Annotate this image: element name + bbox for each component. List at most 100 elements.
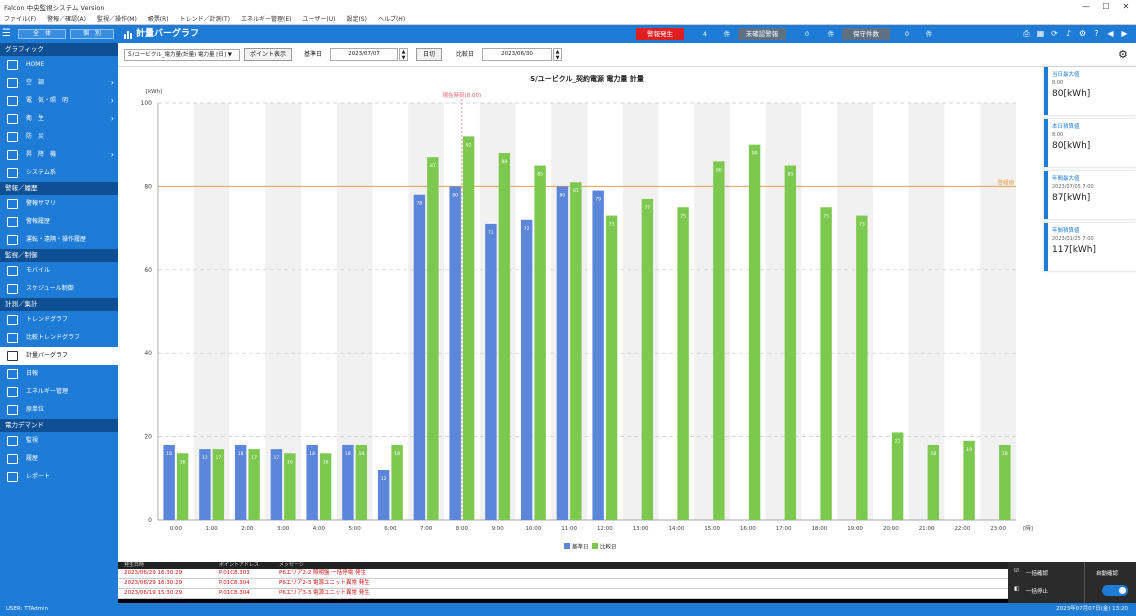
bar-value-label: 21 xyxy=(895,438,901,444)
message-text: P6エリア3-3 電源ユニット異常 発生 xyxy=(279,590,370,596)
tab-all[interactable]: 全 体 xyxy=(18,29,66,39)
status-datetime: 2023年07月07日(金) 13:20 xyxy=(1056,606,1128,612)
settings-gear-icon[interactable]: ⚙ xyxy=(1118,48,1128,61)
help-icon[interactable]: ? xyxy=(1091,28,1102,40)
point-display-button[interactable]: ポイント表示 xyxy=(244,48,292,61)
sidebar-section-header: 電力デマンド xyxy=(0,419,118,432)
trend-icon xyxy=(7,315,18,325)
menu-user[interactable]: ユーザー(U) xyxy=(303,14,336,23)
sidebar-item[interactable]: HOME xyxy=(0,56,118,74)
bar-compare xyxy=(462,136,475,521)
tab-individual[interactable]: 個 別 xyxy=(70,29,114,39)
sidebar-item[interactable]: 履歴 xyxy=(0,450,118,468)
base-date-field[interactable]: 2023/07/07 xyxy=(330,48,398,61)
menu-trend[interactable]: トレンド／計測(T) xyxy=(180,14,230,23)
menu-report[interactable]: 帳票(R) xyxy=(148,14,169,23)
x-tick-label: 23:00 xyxy=(990,526,1006,532)
window-title: Falcon 中央監視システム Version xyxy=(4,3,105,12)
bar-compare xyxy=(856,215,868,520)
menu-file[interactable]: ファイル(F) xyxy=(4,14,36,23)
alarm-active-count: 4 xyxy=(702,30,708,38)
maintenance-button[interactable]: 保守件数 xyxy=(842,28,890,40)
refresh-icon[interactable]: ⟳ xyxy=(1049,28,1060,40)
sidebar-item[interactable]: レポート xyxy=(0,468,118,486)
sidebar-item[interactable]: スケジュール制御 xyxy=(0,280,118,298)
message-row[interactable]: 2023/06/29 16:30:29 P.01C8.303 P6エリア2-2 … xyxy=(118,569,1008,579)
sidebar-item[interactable]: 昇 降 機 › xyxy=(0,146,118,164)
message-row[interactable]: 2023/06/19 15:30:29 P.01C8.304 P6エリア3-3 … xyxy=(118,589,1008,599)
maximize-button[interactable]: ☐ xyxy=(1096,0,1116,13)
minimize-button[interactable]: — xyxy=(1076,0,1096,13)
title-bar: Falcon 中央監視システム Version — ☐ ✕ xyxy=(0,0,1136,13)
sidebar-item[interactable]: 運転・遠隔・操作履歴 xyxy=(0,231,118,249)
message-row[interactable]: 2023/06/29 16:30:29 P.01C8.304 P6エリア2-3 … xyxy=(118,579,1008,589)
point-select[interactable]: Ｓ/ユービクル_電力量(計量) 電力量 [日] ▼ xyxy=(124,49,240,61)
sidebar-item-label: 衛 生 xyxy=(26,115,45,122)
layout-icon[interactable]: ▦ xyxy=(1035,28,1046,40)
speaker-icon[interactable]: ♪ xyxy=(1063,28,1074,40)
alarm-active-button[interactable]: 警報発生 xyxy=(636,28,684,40)
summary-card: 年間最大値 2023/07/05 7:00 87[kWh] xyxy=(1044,171,1136,219)
lightning-icon xyxy=(7,96,18,106)
auto-confirm-toggle[interactable] xyxy=(1102,585,1128,596)
back-icon[interactable]: ◀ xyxy=(1105,28,1116,40)
base-date-stepper[interactable]: ▲ ▼ xyxy=(399,48,408,61)
sidebar-item[interactable]: 警報サマリ xyxy=(0,195,118,213)
bar-compare xyxy=(570,182,582,520)
bar-value-label: 18 xyxy=(309,451,315,457)
sidebar-item[interactable]: 計量バーグラフ xyxy=(0,347,118,365)
hamburger-icon[interactable]: ☰ xyxy=(2,28,14,40)
compare-date-field[interactable]: 2023/06/30 xyxy=(482,48,552,61)
summary-panel: 当日最大値 8:00 80[kWh] 本日積算値 8:00 80[kWh] 年間最大値 202… xyxy=(1044,67,1136,277)
menu-help[interactable]: ヘルプ(H) xyxy=(378,14,405,23)
lamp-icon xyxy=(7,150,18,160)
menu-settings[interactable]: 設定(S) xyxy=(346,14,367,23)
card-title: 年間積算値 xyxy=(1052,228,1080,234)
menu-monitor[interactable]: 監視／操作(M) xyxy=(97,14,137,23)
sidebar-item-label: トレンドグラフ xyxy=(26,316,69,323)
sidebar-item-label: 日報 xyxy=(26,370,39,377)
card-sub: 8:00 xyxy=(1052,80,1064,86)
forward-icon[interactable]: ▶ xyxy=(1119,28,1130,40)
x-tick-label: 17:00 xyxy=(776,526,792,532)
card-sub: 2023/01/25 7:00 xyxy=(1052,236,1094,242)
x-tick-label: 12:00 xyxy=(597,526,613,532)
menu-alarm[interactable]: 警報／確認(A) xyxy=(47,14,86,23)
sidebar-item[interactable]: 日報 xyxy=(0,365,118,383)
day-unit-button[interactable]: 日切 xyxy=(416,48,442,61)
sidebar-item[interactable]: トレンドグラフ xyxy=(0,311,118,329)
sidebar-item[interactable]: 原単位 xyxy=(0,401,118,419)
sidebar-item[interactable]: システム系 xyxy=(0,164,118,182)
sidebar-item[interactable]: エネルギー管理 xyxy=(0,383,118,401)
legend-label: 比較日 xyxy=(600,543,617,551)
sidebar-item[interactable]: 電 気・照 明 › xyxy=(0,92,118,110)
sidebar-item[interactable]: 警報履歴 xyxy=(0,213,118,231)
chart-svg: 0 20 40 60 80 100 警報値 現在時刻(8:00) 18 17 18 17 18 18 12 7… xyxy=(141,74,1033,551)
y-axis-label: [kWh] xyxy=(146,89,162,95)
sidebar-item[interactable]: 比較トレンドグラフ xyxy=(0,329,118,347)
sidebar-item[interactable]: 監視 xyxy=(0,432,118,450)
close-button[interactable]: ✕ xyxy=(1116,0,1136,13)
bar-value-label: 73 xyxy=(859,222,865,228)
x-tick-label: 19:00 xyxy=(847,526,863,532)
column-shade xyxy=(408,103,444,520)
printer-icon[interactable]: ⎙ xyxy=(1021,28,1032,40)
sidebar-item[interactable]: モバイル xyxy=(0,262,118,280)
menu-energy[interactable]: エネルギー管理(E) xyxy=(241,14,291,23)
bar-value-label: 17 xyxy=(215,455,221,461)
bulk-stop-icon[interactable]: ◧ xyxy=(1014,586,1019,592)
column-shade xyxy=(479,103,516,520)
legend-swatch xyxy=(564,543,570,549)
sidebar-item[interactable]: 防 災 xyxy=(0,128,118,146)
x-tick-label: 14:00 xyxy=(668,526,684,532)
column-shade xyxy=(551,103,587,520)
sidebar-item[interactable]: 衛 生 › xyxy=(0,110,118,128)
gear-icon[interactable]: ⚙ xyxy=(1077,28,1088,40)
bulk-confirm-icon[interactable]: ☑ xyxy=(1014,568,1019,574)
bar-value-label: 17 xyxy=(274,455,280,461)
compare-date-stepper[interactable]: ▲ ▼ xyxy=(553,48,562,61)
sidebar-item[interactable]: 空 調 › xyxy=(0,74,118,92)
header-address: ポイントアドレス xyxy=(219,562,260,568)
bar-base xyxy=(449,186,461,520)
unconfirmed-alarm-button[interactable]: 未確認警報 xyxy=(738,28,786,40)
